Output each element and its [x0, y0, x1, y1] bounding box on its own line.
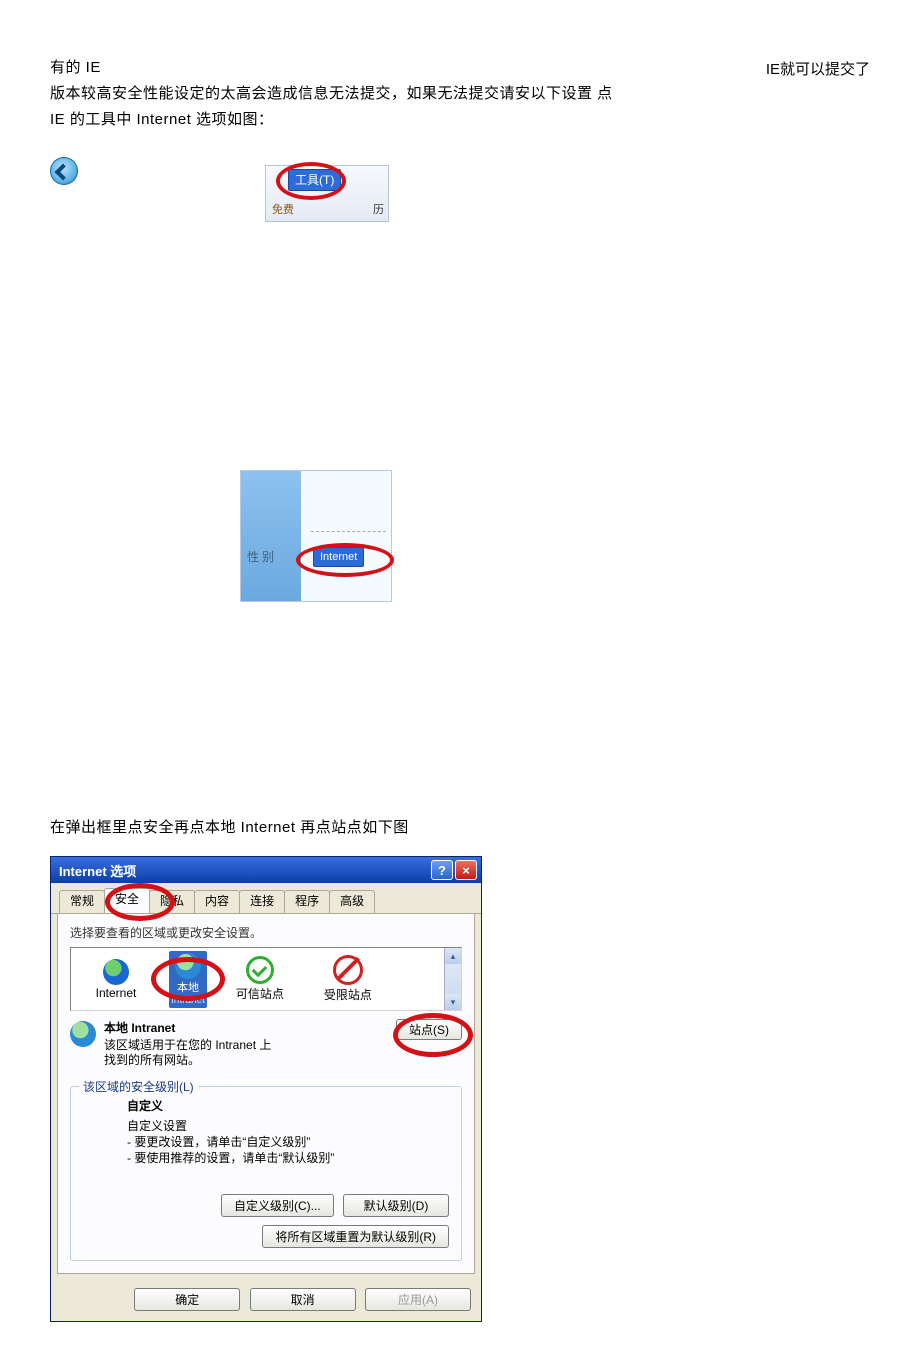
local-intranet-icon	[175, 953, 201, 979]
zone-internet[interactable]: Internet	[81, 959, 151, 1000]
zone-description: 本地 Intranet 该区域适用于在您的 Intranet 上 找到的所有网站…	[70, 1019, 462, 1068]
internet-options-dialog: Internet 选项 ? × 常规 安全 隐私 内容 连接 程序 高级 选择要…	[50, 856, 482, 1322]
submenu-left-label: 性 别	[247, 548, 274, 565]
intro-line1: 有的 IE	[50, 55, 870, 81]
zone-local-sublabel: Intranet	[171, 995, 205, 1006]
zone-internet-label: Internet	[81, 986, 151, 1000]
paragraph-2: 在弹出框里点安全再点本地 Internet 再点站点如下图	[50, 815, 870, 841]
toolbar-screenshot: 工具(T) 免费 历	[265, 165, 389, 222]
cancel-button[interactable]: 取消	[250, 1288, 356, 1311]
zone-desc-line2: 找到的所有网站。	[104, 1053, 462, 1068]
zone-desc-line1: 该区域适用于在您的 Intranet 上	[104, 1038, 462, 1053]
zone-local-label: 本地	[171, 979, 205, 995]
toolbar-free-label: 免费	[272, 204, 294, 216]
note-right: IE就可以提交了	[766, 58, 870, 79]
scroll-up-button[interactable]: ▴	[445, 948, 461, 964]
zone-restricted[interactable]: 受限站点	[313, 955, 383, 1003]
restricted-icon	[333, 955, 363, 985]
apply-button[interactable]: 应用(A)	[365, 1288, 471, 1311]
tab-privacy[interactable]: 隐私	[149, 890, 195, 913]
tab-general[interactable]: 常规	[59, 890, 105, 913]
titlebar-help-button[interactable]: ?	[431, 860, 453, 880]
zone-instruction: 选择要查看的区域或更改安全设置。	[70, 924, 462, 941]
titlebar-close-button[interactable]: ×	[455, 860, 477, 880]
sites-button[interactable]: 站点(S)	[396, 1019, 462, 1040]
tab-panel-security: 选择要查看的区域或更改安全设置。 Internet 本地 Intranet 可信…	[57, 914, 475, 1274]
toolbar-history-label: 历	[373, 199, 384, 221]
ok-button[interactable]: 确定	[134, 1288, 240, 1311]
zone-list[interactable]: Internet 本地 Intranet 可信站点 受限站点 ▴ ▾	[70, 947, 462, 1011]
group-legend: 该区域的安全级别(L)	[79, 1078, 198, 1095]
reset-all-button[interactable]: 将所有区域重置为默认级别(R)	[262, 1225, 449, 1248]
trusted-icon	[246, 956, 274, 984]
submenu-screenshot: 性 别 Internet	[240, 470, 392, 602]
zone-restricted-label: 受限站点	[313, 986, 383, 1003]
globe-icon	[103, 959, 129, 985]
level-line3: - 要使用推荐的设置，请单击“默认级别”	[127, 1150, 449, 1166]
zone-trusted[interactable]: 可信站点	[225, 956, 295, 1002]
tools-menu-button[interactable]: 工具(T)	[288, 169, 341, 191]
dialog-button-row: 确定 取消 应用(A)	[51, 1280, 481, 1321]
level-line1: 自定义设置	[127, 1118, 449, 1134]
intro-line3: IE 的工具中 Internet 选项如图：	[50, 107, 870, 133]
intro-paragraph: 有的 IE 版本较高安全性能设定的太高会造成信息无法提交，如果无法提交请安以下设…	[50, 55, 870, 133]
default-level-button[interactable]: 默认级别(D)	[343, 1194, 449, 1217]
dialog-titlebar: Internet 选项 ? ×	[51, 857, 481, 883]
tab-programs[interactable]: 程序	[284, 890, 330, 913]
tab-content[interactable]: 内容	[194, 890, 240, 913]
custom-level-button[interactable]: 自定义级别(C)...	[221, 1194, 334, 1217]
dialog-title: Internet 选项	[59, 861, 136, 880]
scroll-down-button[interactable]: ▾	[445, 994, 461, 1010]
intro-line2: 版本较高安全性能设定的太高会造成信息无法提交，如果无法提交请安以下设置 点	[50, 81, 870, 107]
level-title: 自定义	[127, 1097, 449, 1114]
tab-security[interactable]: 安全	[104, 888, 150, 913]
level-line2: - 要更改设置，请单击“自定义级别”	[127, 1134, 449, 1150]
security-level-group: 该区域的安全级别(L) 自定义 自定义设置 - 要更改设置，请单击“自定义级别”…	[70, 1086, 462, 1261]
dialog-tabs: 常规 安全 隐私 内容 连接 程序 高级	[51, 883, 481, 914]
internet-options-menu-item[interactable]: Internet	[313, 547, 364, 567]
zone-local-intranet[interactable]: 本地 Intranet	[169, 951, 207, 1008]
zone-scrollbar[interactable]: ▴ ▾	[444, 948, 461, 1010]
tab-connections[interactable]: 连接	[239, 890, 285, 913]
zone-trusted-label: 可信站点	[225, 985, 295, 1002]
tab-advanced[interactable]: 高级	[329, 890, 375, 913]
ie-back-icon	[50, 157, 78, 185]
local-intranet-icon	[70, 1021, 96, 1047]
